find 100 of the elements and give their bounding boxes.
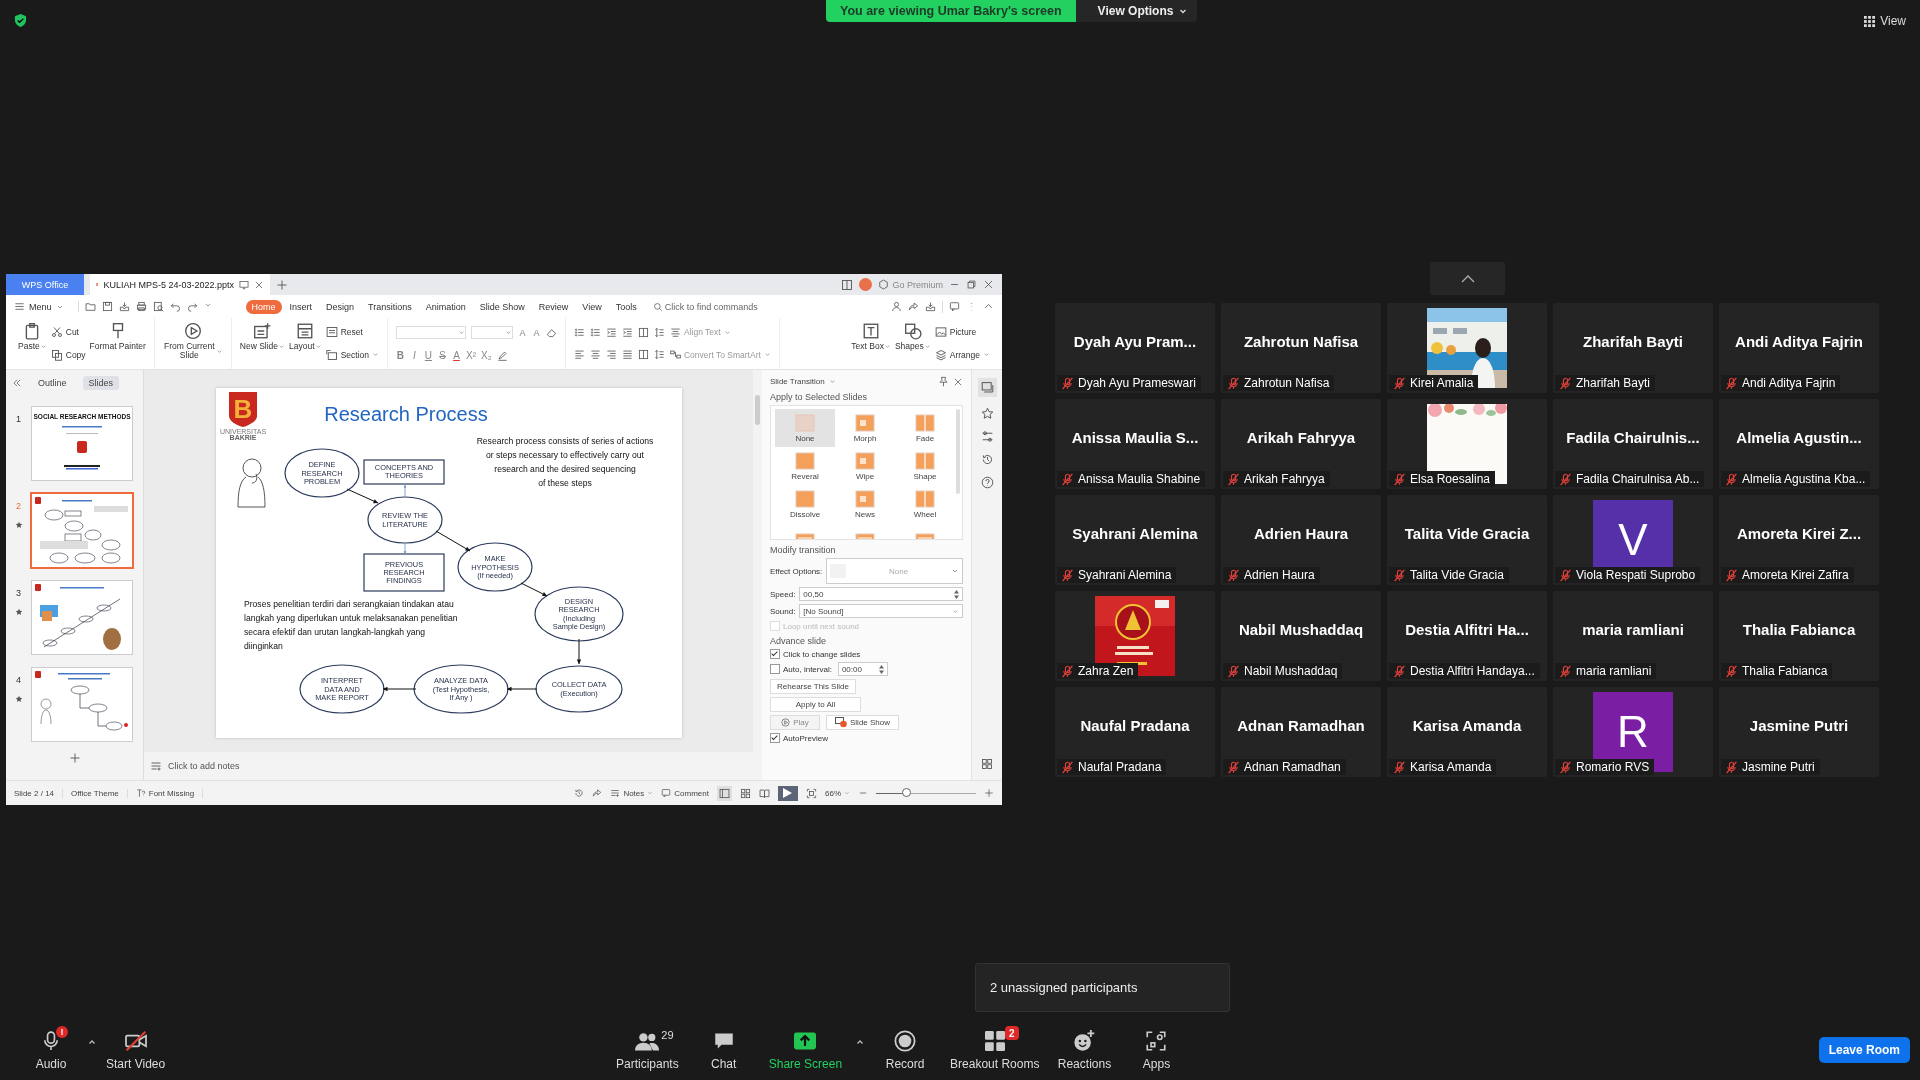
star-icon[interactable] (980, 407, 994, 420)
participant-tile[interactable]: Karisa Amanda Karisa Amanda (1387, 687, 1547, 777)
eraser-icon[interactable] (546, 327, 557, 339)
ribbon-button[interactable]: Paste (18, 318, 47, 369)
columns-icon[interactable] (841, 278, 854, 291)
text-format-button[interactable]: U (424, 349, 433, 361)
decrease-font-size-button[interactable]: A (532, 327, 541, 338)
align-icon[interactable] (590, 349, 601, 361)
app-tab[interactable]: WPS Office (6, 274, 84, 295)
notes-button[interactable]: Notes (610, 788, 654, 798)
preview-icon[interactable] (152, 301, 164, 312)
slide-thumbnail[interactable] (31, 667, 133, 742)
participant-tile[interactable]: Zahrotun Nafisa Zahrotun Nafisa (1221, 303, 1381, 393)
history-icon[interactable] (574, 788, 585, 798)
panel-tab[interactable]: Outline (32, 376, 73, 390)
bullets-icon[interactable] (574, 326, 585, 338)
participant-tile[interactable]: Thalia Fabianca Thalia Fabianca (1719, 591, 1879, 681)
caret-down-icon[interactable] (203, 301, 212, 309)
transition-option[interactable]: Wheel (895, 485, 955, 523)
slider-thumb[interactable] (902, 787, 911, 797)
pane-title[interactable]: Slide Transition (770, 377, 825, 386)
undo-icon[interactable] (169, 301, 181, 312)
text-format-button[interactable]: X² (466, 349, 476, 361)
document-tab[interactable]: KULIAH MPS-5 24-03-2022.pptx (90, 274, 270, 295)
plus-icon[interactable] (68, 752, 81, 764)
apps-button[interactable]: Apps (1125, 1029, 1188, 1071)
grid-icon[interactable] (981, 758, 993, 770)
rehearse-button[interactable]: Rehearse This Slide (770, 679, 856, 694)
indent-icon[interactable] (622, 326, 633, 338)
participant-tile[interactable]: Arikah Fahryya Arikah Fahryya (1221, 399, 1381, 489)
ribbon-tab[interactable]: Slide Show (473, 299, 531, 314)
align-left-icon[interactable] (574, 349, 585, 361)
scrollbar[interactable] (753, 370, 762, 780)
participant-tile[interactable]: Dyah Ayu Pram... Dyah Ayu Prameswari (1055, 303, 1215, 393)
slide-show-button[interactable]: Slide Show (826, 715, 899, 730)
participant-tile[interactable]: Amoreta Kirei Z... Amoreta Kirei Zafira (1719, 495, 1879, 585)
sorter-icon[interactable] (740, 787, 751, 799)
spinner-icon[interactable] (878, 664, 884, 674)
restore-icon[interactable] (966, 279, 977, 290)
ribbon-button[interactable]: Layout (289, 318, 322, 369)
indent-icon[interactable] (606, 326, 617, 338)
settings-sliders-icon[interactable] (980, 430, 994, 443)
pin-icon[interactable] (938, 376, 949, 387)
ribbon-button[interactable]: Text Box (851, 318, 891, 369)
participant-tile[interactable]: Jasmine Putri Jasmine Putri (1719, 687, 1879, 777)
spinner-icon[interactable] (954, 589, 959, 599)
highlighter-icon[interactable] (496, 349, 508, 361)
share-icon[interactable] (908, 301, 919, 312)
transition-option[interactable]: Wipe (835, 447, 895, 485)
apply-to-all-button[interactable]: Apply to All (770, 697, 861, 712)
participants-button[interactable]: 29 Participants (612, 1029, 683, 1071)
participant-tile[interactable]: Andi Aditya Fajrin Andi Aditya Fajrin (1719, 303, 1879, 393)
bullets-icon[interactable] (590, 326, 601, 338)
play-slideshow-button[interactable] (778, 785, 798, 801)
leave-room-button[interactable]: Leave Room (1818, 1037, 1910, 1063)
text-format-button[interactable]: I (410, 349, 419, 361)
participant-tile[interactable]: Anissa Maulia S... Anissa Maulia Shabine (1055, 399, 1215, 489)
participant-tile[interactable]: Adnan Ramadhan Adnan Ramadhan (1221, 687, 1381, 777)
caret-icon[interactable] (856, 1038, 865, 1046)
ribbon-button[interactable]: Format Painter (89, 318, 146, 369)
chevron-double-left-icon[interactable] (12, 378, 22, 388)
view-button[interactable]: View (1864, 14, 1906, 28)
zoom-level-button[interactable]: 66% (825, 788, 850, 798)
transition-option[interactable]: Morph (835, 409, 895, 447)
share-screen-button[interactable]: Share Screen (764, 1029, 847, 1071)
breakout-rooms-button[interactable]: 2 Breakout Rooms (946, 1029, 1044, 1071)
notes-field[interactable]: Click to add notes (144, 752, 753, 780)
ribbon-tab[interactable]: Insert (283, 299, 319, 314)
caret-icon[interactable] (88, 1038, 96, 1046)
audio-button[interactable]: ! Audio (20, 1029, 82, 1071)
share-icon[interactable] (592, 788, 603, 798)
participant-tile[interactable]: Almelia Agustin... Almelia Agustina Kba... (1719, 399, 1879, 489)
close-icon[interactable] (953, 376, 963, 387)
person-icon[interactable] (891, 301, 902, 312)
columns-icon[interactable] (638, 326, 649, 338)
font-size-field[interactable] (471, 326, 513, 340)
participant-tile[interactable]: Zahra Zen (1055, 591, 1215, 681)
ribbon-button[interactable]: Picture (934, 326, 990, 339)
participant-tile[interactable]: Fadila Chairulnis... Fadila Chairulnisa Ab... (1553, 399, 1713, 489)
comment-button[interactable]: Comment (661, 788, 709, 798)
participant-tile[interactable]: maria ramliani maria ramliani (1553, 591, 1713, 681)
participant-tile[interactable]: Zharifah Bayti Zharifah Bayti (1553, 303, 1713, 393)
close-icon[interactable] (254, 279, 264, 290)
transition-option[interactable]: None (775, 409, 835, 447)
line-spacing-icon[interactable] (654, 326, 665, 338)
help-icon[interactable] (980, 476, 994, 489)
ribbon-button[interactable]: From Current Slide (162, 318, 223, 369)
fit-icon[interactable] (806, 787, 817, 799)
book-icon[interactable] (759, 787, 770, 799)
account-avatar[interactable] (859, 278, 873, 291)
ribbon-button[interactable]: Shapes (894, 318, 931, 369)
participant-tile[interactable]: Talita Vide Gracia Talita Vide Gracia (1387, 495, 1547, 585)
inbox-icon[interactable] (118, 301, 130, 312)
participant-tile[interactable]: Kirei Amalia (1387, 303, 1547, 393)
font-name-field[interactable] (396, 326, 466, 340)
transition-option[interactable]: Fade (895, 409, 955, 447)
ribbon-tab[interactable]: Animation (419, 299, 472, 314)
ribbon-tab[interactable]: Design (320, 299, 361, 314)
chat-bubble-icon[interactable] (949, 301, 960, 312)
folder-icon[interactable] (84, 301, 96, 312)
